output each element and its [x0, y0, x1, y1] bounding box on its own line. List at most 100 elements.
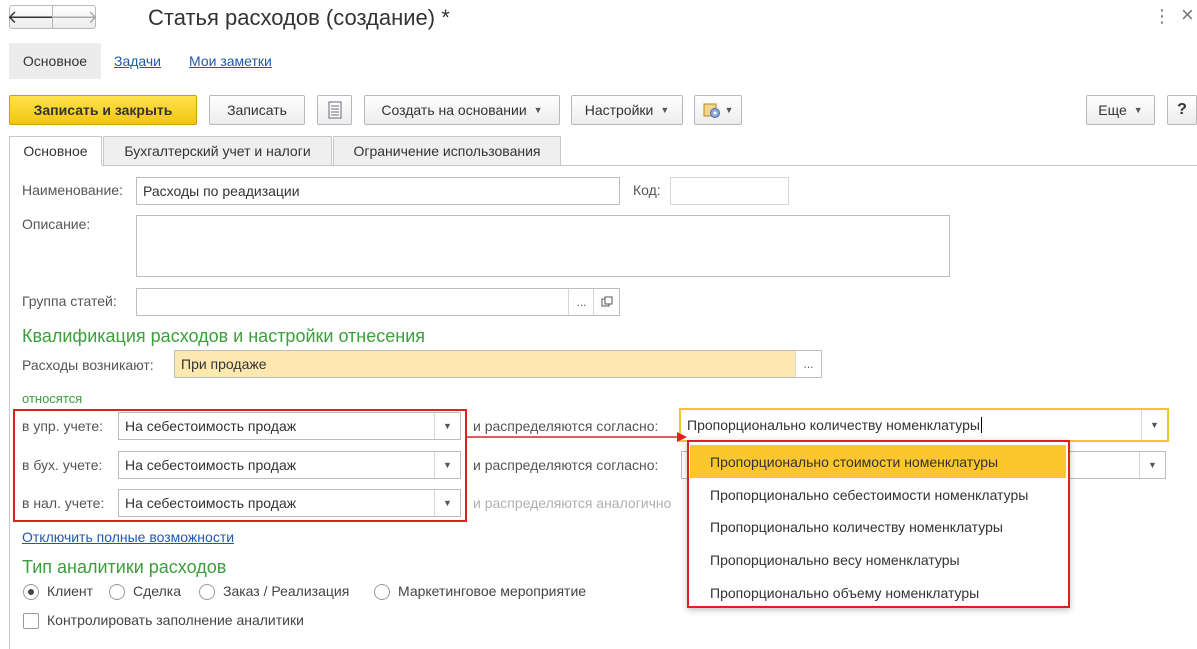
report-button[interactable] — [317, 95, 352, 125]
radio-client-label: Клиент — [47, 583, 94, 599]
more-button[interactable]: Еще ▼ — [1086, 95, 1155, 125]
tab-restrictions-label: Ограничение использования — [353, 143, 541, 159]
name-input[interactable]: Расходы по реадизации — [136, 177, 620, 205]
dropdown-option-volume[interactable]: Пропорционально объему номенклатуры — [690, 576, 1066, 609]
page-title: Статья расходов (создание) * — [148, 5, 450, 30]
print-gear-icon — [703, 103, 720, 118]
help-button[interactable]: ? — [1167, 95, 1197, 125]
arrow-left-icon: 🡐 — [6, 6, 56, 27]
disable-full-features-link[interactable]: Отключить полные возможности — [22, 529, 234, 545]
book-accounting-value: На себестоимость продаж — [125, 457, 297, 473]
tax-accounting-value: На себестоимость продаж — [125, 495, 297, 511]
radio-deal-label: Сделка — [133, 583, 181, 599]
tab-accounting[interactable]: Бухгалтерский учет и налоги — [103, 136, 332, 166]
settings-button[interactable]: Настройки ▼ — [571, 95, 683, 125]
mgmt-distribution-value: Пропорционально количеству номенклатуры — [687, 417, 980, 433]
save-button[interactable]: Записать — [209, 95, 305, 125]
back-button[interactable]: 🡐 — [6, 5, 56, 29]
settings-label: Настройки — [584, 102, 654, 118]
expenses-arise-value: При продаже — [181, 356, 267, 372]
chevron-down-icon[interactable]: ▼ — [434, 413, 460, 439]
tab-accounting-label: Бухгалтерский учет и налоги — [124, 143, 311, 159]
radio-deal[interactable] — [109, 584, 125, 600]
expenses-arise-label: Расходы возникают: — [22, 357, 154, 373]
tax-accounting-select[interactable]: На себестоимость продаж ▼ — [118, 489, 461, 517]
nav-tab-main[interactable]: Основное — [9, 43, 101, 79]
group-label: Группа статей: — [22, 293, 117, 309]
chevron-down-icon[interactable]: ▼ — [434, 490, 460, 516]
group-open-button[interactable] — [593, 289, 619, 315]
dropdown-option-cost[interactable]: Пропорционально стоимости номенклатуры — [690, 445, 1066, 478]
dropdown-option-prime-cost[interactable]: Пропорционально себестоимости номенклату… — [690, 478, 1066, 511]
mgmt-distribution-select[interactable]: Пропорционально количеству номенклатуры … — [679, 408, 1169, 442]
ellipsis-icon: ... — [576, 295, 587, 309]
dropdown-option-quantity[interactable]: Пропорционально количеству номенклатуры — [690, 510, 1066, 543]
book-accounting-select[interactable]: На себестоимость продаж ▼ — [118, 451, 461, 479]
nav-tab-notes[interactable]: Мои заметки — [189, 53, 272, 69]
expenses-arise-input[interactable]: При продаже ... — [174, 350, 822, 378]
create-based-on-button[interactable]: Создать на основании ▼ — [364, 95, 560, 125]
expenses-arise-select-button[interactable]: ... — [795, 351, 821, 377]
dropdown-option-label: Пропорционально количеству номенклатуры — [710, 518, 1003, 535]
tab-main-label: Основное — [23, 143, 88, 159]
book-accounting-label: в бух. учете: — [22, 457, 103, 473]
kebab-menu-icon[interactable]: ⋮ — [1153, 6, 1171, 27]
create-based-on-label: Создать на основании — [381, 102, 527, 118]
tab-main[interactable]: Основное — [9, 136, 102, 166]
code-input[interactable] — [670, 177, 789, 205]
dropdown-option-label: Пропорционально объему номенклатуры — [710, 584, 980, 601]
save-label: Записать — [227, 102, 287, 118]
group-input[interactable]: ... — [136, 288, 620, 316]
dropdown-option-weight[interactable]: Пропорционально весу номенклатуры — [690, 543, 1066, 576]
name-value: Расходы по реадизации — [143, 183, 300, 199]
code-label: Код: — [633, 182, 661, 198]
forward-button[interactable]: 🡒 — [49, 5, 99, 29]
name-label: Наименование: — [22, 182, 123, 198]
close-icon[interactable]: × — [1181, 2, 1194, 28]
control-analytics-checkbox[interactable] — [23, 613, 39, 629]
chevron-down-icon[interactable]: ▼ — [434, 452, 460, 478]
mgmt-accounting-value: На себестоимость продаж — [125, 418, 297, 434]
radio-marketing-label: Маркетинговое мероприятие — [398, 583, 587, 599]
text-cursor — [980, 417, 982, 433]
section-qualification-heading: Квалификация расходов и настройки отнесе… — [22, 326, 426, 346]
chevron-down-icon[interactable]: ▼ — [1141, 410, 1167, 440]
form-left-border — [9, 165, 10, 649]
tax-accounting-label: в нал. учете: — [22, 495, 105, 511]
section-analytics-heading: Тип аналитики расходов — [22, 557, 227, 577]
chevron-down-icon: ▼ — [660, 105, 670, 115]
radio-order[interactable] — [199, 584, 215, 600]
open-window-icon — [601, 296, 612, 307]
group-select-button[interactable]: ... — [568, 289, 594, 315]
chevron-down-icon: ▼ — [1133, 105, 1143, 115]
description-label: Описание: — [22, 216, 91, 232]
annotation-arrow — [467, 432, 687, 442]
arrow-right-icon: 🡒 — [49, 6, 99, 27]
dropdown-option-label: Пропорционально себестоимости номенклату… — [710, 486, 1029, 503]
print-settings-button[interactable]: ▼ — [694, 95, 742, 125]
relate-label: относятся — [22, 391, 83, 406]
description-textarea[interactable] — [136, 215, 950, 277]
tab-restrictions[interactable]: Ограничение использования — [333, 136, 561, 166]
dropdown-option-label: Пропорционально весу номенклатуры — [710, 551, 960, 568]
chevron-down-icon[interactable]: ▼ — [1139, 452, 1165, 478]
ellipsis-icon: ... — [803, 357, 814, 371]
mgmt-accounting-label: в упр. учете: — [22, 418, 104, 434]
nav-tab-tasks[interactable]: Задачи — [114, 53, 161, 69]
nav-tab-main-label: Основное — [22, 53, 88, 69]
radio-marketing[interactable] — [374, 584, 390, 600]
radio-client[interactable] — [23, 584, 39, 600]
book-distribution-label: и распределяются согласно: — [473, 457, 659, 473]
document-list-icon — [328, 101, 341, 119]
more-label: Еще — [1098, 102, 1127, 118]
save-and-close-label: Записать и закрыть — [33, 102, 173, 118]
chevron-down-icon: ▼ — [533, 105, 543, 115]
dropdown-option-label: Пропорционально стоимости номенклатуры — [710, 453, 999, 470]
help-label: ? — [1177, 101, 1187, 118]
save-and-close-button[interactable]: Записать и закрыть — [9, 95, 197, 125]
radio-order-label: Заказ / Реализация — [223, 583, 350, 599]
control-analytics-label: Контролировать заполнение аналитики — [47, 612, 304, 628]
mgmt-accounting-select[interactable]: На себестоимость продаж ▼ — [118, 412, 461, 440]
chevron-down-icon: ▼ — [724, 105, 734, 115]
tax-distribution-label: и распределяются аналогично — [473, 495, 672, 511]
